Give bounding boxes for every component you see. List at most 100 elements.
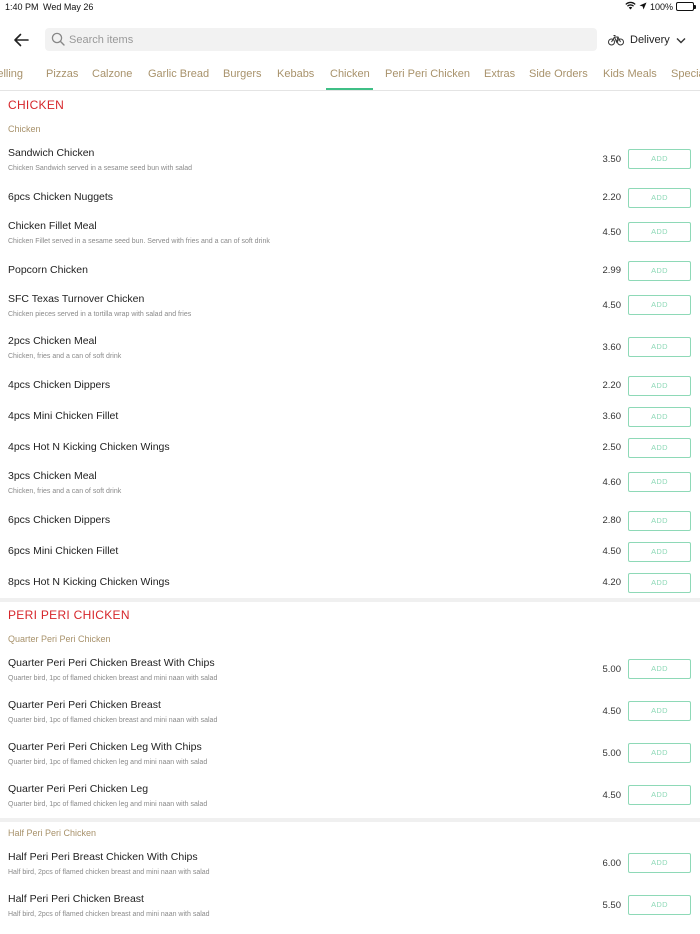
status-indicators: 100% bbox=[625, 1, 696, 12]
menu-item[interactable]: Sandwich Chicken Chicken Sandwich served… bbox=[0, 140, 700, 182]
item-price: 2.50 bbox=[602, 442, 622, 453]
add-button[interactable]: ADD bbox=[628, 853, 691, 873]
active-tab-indicator bbox=[326, 88, 373, 90]
item-price: 4.50 bbox=[602, 790, 622, 801]
tab-best-selling[interactable]: Selling bbox=[0, 68, 23, 80]
add-button[interactable]: ADD bbox=[628, 743, 691, 763]
menu-item[interactable]: 4pcs Chicken Dippers 2.20 ADD bbox=[0, 370, 700, 401]
item-price: 2.20 bbox=[602, 192, 622, 203]
item-name: Quarter Peri Peri Chicken Leg With Chips bbox=[8, 741, 202, 753]
item-price: 2.20 bbox=[602, 380, 622, 391]
tab-side-orders[interactable]: Side Orders bbox=[529, 68, 588, 80]
add-button[interactable]: ADD bbox=[628, 376, 691, 396]
add-button[interactable]: ADD bbox=[628, 295, 691, 315]
tab-burgers[interactable]: Burgers bbox=[223, 68, 262, 80]
add-button[interactable]: ADD bbox=[628, 337, 691, 357]
add-button[interactable]: ADD bbox=[628, 511, 691, 531]
section-title-peri-peri-chicken: PERI PERI CHICKEN bbox=[8, 608, 130, 622]
top-bar: Delivery bbox=[0, 28, 700, 52]
tab-kids-meals[interactable]: Kids Meals bbox=[603, 68, 657, 80]
add-button[interactable]: ADD bbox=[628, 895, 691, 915]
menu-item[interactable]: Quarter Peri Peri Chicken Leg With Chips… bbox=[0, 734, 700, 776]
tab-extras[interactable]: Extras bbox=[484, 68, 515, 80]
add-button[interactable]: ADD bbox=[628, 659, 691, 679]
status-bar: 1:40 PM Wed May 26 100% bbox=[0, 0, 700, 14]
tab-special[interactable]: Special bbox=[671, 68, 700, 80]
item-description: Quarter bird, 1pc of flamed chicken brea… bbox=[8, 675, 218, 682]
add-button[interactable]: ADD bbox=[628, 407, 691, 427]
menu-item[interactable]: Chicken Fillet Meal Chicken Fillet serve… bbox=[0, 213, 700, 255]
item-name: Chicken Fillet Meal bbox=[8, 220, 97, 232]
subsection-title: Quarter Peri Peri Chicken bbox=[8, 634, 111, 644]
item-name: Half Peri Peri Chicken Breast bbox=[8, 893, 144, 905]
tab-peri-peri-chicken[interactable]: Peri Peri Chicken bbox=[385, 68, 470, 80]
menu-item[interactable]: Quarter Peri Peri Chicken Breast With Ch… bbox=[0, 650, 700, 692]
tab-kebabs[interactable]: Kebabs bbox=[277, 68, 314, 80]
menu-list: CHICKEN Chicken Sandwich Chicken Chicken… bbox=[0, 92, 700, 928]
menu-item[interactable]: Quarter Peri Peri Chicken Leg Quarter bi… bbox=[0, 776, 700, 818]
add-button[interactable]: ADD bbox=[628, 785, 691, 805]
add-button[interactable]: ADD bbox=[628, 573, 691, 593]
battery-percent: 100% bbox=[649, 1, 673, 12]
item-name: Quarter Peri Peri Chicken Leg bbox=[8, 783, 149, 795]
tab-chicken[interactable]: Chicken bbox=[330, 68, 370, 80]
add-button[interactable]: ADD bbox=[628, 261, 691, 281]
item-price: 4.50 bbox=[602, 546, 622, 557]
add-button[interactable]: ADD bbox=[628, 188, 691, 208]
add-button[interactable]: ADD bbox=[628, 542, 691, 562]
search-bar[interactable] bbox=[45, 28, 597, 51]
menu-item[interactable]: 4pcs Mini Chicken Fillet 3.60 ADD bbox=[0, 401, 700, 432]
subsection-title: Chicken bbox=[8, 124, 41, 134]
menu-item[interactable]: SFC Texas Turnover Chicken Chicken piece… bbox=[0, 286, 700, 328]
item-name: 4pcs Mini Chicken Fillet bbox=[8, 410, 119, 422]
add-button[interactable]: ADD bbox=[628, 149, 691, 169]
item-price: 3.60 bbox=[602, 411, 622, 422]
menu-item[interactable]: 6pcs Mini Chicken Fillet 4.50 ADD bbox=[0, 536, 700, 567]
item-description: Half bird, 2pcs of flamed chicken breast… bbox=[8, 869, 210, 876]
item-description: Half bird, 2pcs of flamed chicken breast… bbox=[8, 911, 210, 918]
item-description: Chicken pieces served in a tortilla wrap… bbox=[8, 311, 192, 318]
search-icon bbox=[51, 32, 65, 46]
tab-garlic-bread[interactable]: Garlic Bread bbox=[148, 68, 209, 80]
item-price: 6.00 bbox=[602, 858, 622, 869]
item-description: Quarter bird, 1pc of flamed chicken leg … bbox=[8, 801, 208, 808]
menu-item[interactable]: Quarter Peri Peri Chicken Breast Quarter… bbox=[0, 692, 700, 734]
location-arrow-icon bbox=[639, 2, 647, 12]
menu-item[interactable]: 4pcs Hot N Kicking Chicken Wings 2.50 AD… bbox=[0, 432, 700, 463]
item-name: 8pcs Hot N Kicking Chicken Wings bbox=[8, 576, 170, 588]
item-price: 4.50 bbox=[602, 300, 622, 311]
menu-item[interactable]: 8pcs Hot N Kicking Chicken Wings 4.20 AD… bbox=[0, 567, 700, 598]
tab-calzone[interactable]: Calzone bbox=[92, 68, 132, 80]
add-button[interactable]: ADD bbox=[628, 472, 691, 492]
item-name: 6pcs Chicken Nuggets bbox=[8, 191, 114, 203]
delivery-selector[interactable]: Delivery bbox=[608, 30, 686, 50]
status-time: 1:40 PM bbox=[5, 2, 39, 12]
item-name: Popcorn Chicken bbox=[8, 264, 88, 276]
item-description: Quarter bird, 1pc of flamed chicken brea… bbox=[8, 717, 218, 724]
item-name: 3pcs Chicken Meal bbox=[8, 470, 97, 482]
item-price: 5.00 bbox=[602, 664, 622, 675]
status-date: Wed May 26 bbox=[43, 2, 94, 12]
back-button[interactable] bbox=[10, 30, 32, 50]
menu-item[interactable]: 3pcs Chicken Meal Chicken, fries and a c… bbox=[0, 463, 700, 505]
menu-item[interactable]: Popcorn Chicken 2.99 ADD bbox=[0, 255, 700, 286]
menu-item[interactable]: 6pcs Chicken Dippers 2.80 ADD bbox=[0, 505, 700, 536]
search-input[interactable] bbox=[69, 28, 589, 51]
item-price: 4.60 bbox=[602, 477, 622, 488]
add-button[interactable]: ADD bbox=[628, 701, 691, 721]
add-button[interactable]: ADD bbox=[628, 438, 691, 458]
menu-item[interactable]: 2pcs Chicken Meal Chicken, fries and a c… bbox=[0, 328, 700, 370]
item-description: Chicken, fries and a can of soft drink bbox=[8, 353, 122, 360]
add-button[interactable]: ADD bbox=[628, 222, 691, 242]
tab-pizzas[interactable]: Pizzas bbox=[46, 68, 78, 80]
item-price: 3.60 bbox=[602, 342, 622, 353]
item-name: Sandwich Chicken bbox=[8, 147, 95, 159]
category-tabs: Selling Pizzas Calzone Garlic Bread Burg… bbox=[0, 62, 700, 91]
item-price: 5.00 bbox=[602, 748, 622, 759]
menu-item[interactable]: 6pcs Chicken Nuggets 2.20 ADD bbox=[0, 182, 700, 213]
item-name: 4pcs Chicken Dippers bbox=[8, 379, 111, 391]
menu-item[interactable]: Half Peri Peri Chicken Breast Half bird,… bbox=[0, 886, 700, 928]
menu-item[interactable]: Half Peri Peri Breast Chicken With Chips… bbox=[0, 844, 700, 886]
item-name: Quarter Peri Peri Chicken Breast bbox=[8, 699, 161, 711]
item-price: 4.50 bbox=[602, 227, 622, 238]
